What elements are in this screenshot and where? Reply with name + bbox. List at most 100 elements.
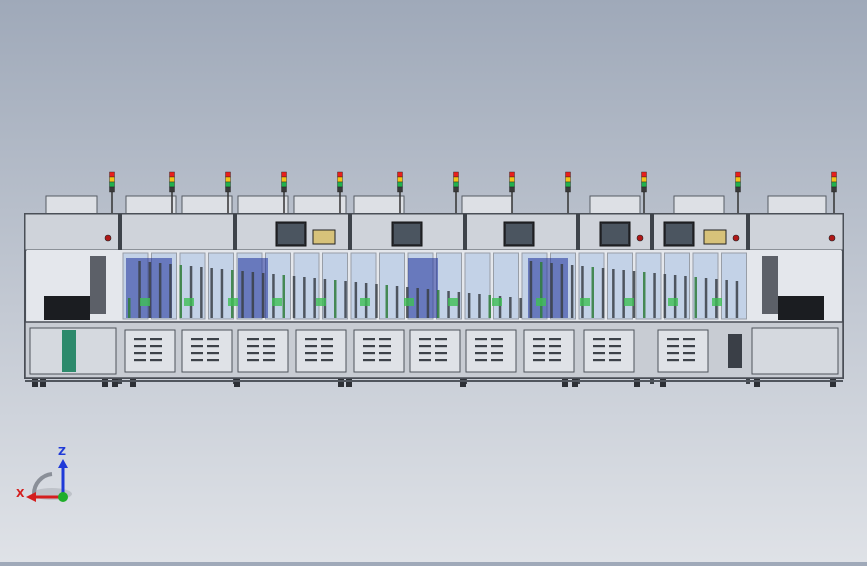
sensor-block [712, 298, 722, 306]
mechanism-part [292, 276, 296, 318]
sensor-block [228, 298, 238, 306]
vent-slot [247, 359, 259, 362]
mechanism-part [725, 280, 728, 318]
mechanism-part [735, 281, 739, 318]
signal-light [109, 176, 115, 183]
mechanism-part [673, 275, 677, 318]
vent-slot [207, 338, 219, 341]
signal-light [281, 181, 287, 188]
signal-light [735, 181, 741, 188]
signal-light [453, 171, 459, 178]
vent-slot [191, 338, 203, 341]
glass-door [721, 252, 747, 320]
mechanism-part [426, 289, 430, 318]
cabinet-door [237, 329, 289, 373]
mechanism-part [437, 290, 440, 318]
signal-light [337, 176, 343, 183]
signal-light [281, 186, 287, 193]
roof-cover [767, 195, 827, 215]
vent-slot [247, 338, 259, 341]
signal-light [565, 186, 571, 193]
mechanism-part [272, 274, 275, 318]
vent-slot [491, 345, 503, 348]
blue-actuator [408, 258, 438, 318]
mechanism-part [220, 269, 224, 318]
cabinet-door [409, 329, 461, 373]
vent-slot [321, 359, 333, 362]
mechanism-part [591, 267, 594, 318]
signal-light [109, 181, 115, 188]
vent-slot [549, 359, 561, 362]
mechanism-part [509, 297, 512, 318]
sensor-block [492, 298, 502, 306]
mechanism-part [354, 282, 358, 318]
vent-slot [305, 345, 317, 348]
vent-slot [419, 345, 431, 348]
cabinet-door [295, 329, 347, 373]
vent-slot [667, 352, 679, 355]
mechanism-part [704, 278, 708, 318]
cad-viewport[interactable]: Z X [0, 0, 867, 562]
signal-light [169, 186, 175, 193]
signal-light [565, 181, 571, 188]
mechanism-part [643, 272, 646, 318]
axis-triad: Z X [16, 445, 72, 502]
mechanism-part [251, 272, 255, 318]
mechanism-part [241, 271, 244, 318]
vent-slot [207, 345, 219, 348]
sensor-block [316, 298, 326, 306]
vent-slot [363, 345, 375, 348]
sensor-block [580, 298, 590, 306]
signal-light [509, 181, 515, 188]
right-robot [762, 256, 778, 314]
hmi-screen [278, 224, 304, 244]
signal-light [225, 181, 231, 188]
mechanism-part [200, 267, 203, 318]
vent-slot [609, 352, 621, 355]
signal-light [565, 171, 571, 178]
signal-light [169, 181, 175, 188]
vent-slot [667, 359, 679, 362]
signal-light [509, 171, 515, 178]
vent-slot [150, 352, 162, 355]
vent-slot [150, 359, 162, 362]
mechanism-part [519, 298, 522, 318]
vent-slot [683, 338, 695, 341]
vent-slot [321, 338, 333, 341]
glass-door [379, 252, 405, 320]
signal-light [281, 171, 287, 178]
sensor-block [536, 298, 546, 306]
vent-slot [247, 352, 259, 355]
signal-light [109, 171, 115, 178]
vent-slot [379, 345, 391, 348]
signal-light [831, 181, 837, 188]
left-monitor [44, 296, 90, 320]
signal-light [225, 171, 231, 178]
glass-door [607, 252, 633, 320]
vent-slot [491, 359, 503, 362]
vent-slot [419, 359, 431, 362]
mechanism-part [467, 293, 471, 318]
signal-light [641, 186, 647, 193]
vent-slot [435, 338, 447, 341]
mechanism-part [529, 261, 533, 318]
vent-slot [191, 359, 203, 362]
emergency-stop [732, 234, 740, 242]
vent-slot [207, 352, 219, 355]
mechanism-part [395, 286, 399, 318]
right-monitor [778, 296, 824, 320]
vent-slot [134, 345, 146, 348]
mechanism-part [344, 281, 347, 318]
signal-light [337, 186, 343, 193]
assembly-line-model[interactable]: Z X [0, 0, 867, 562]
signal-light [641, 176, 647, 183]
vent-slot [533, 359, 545, 362]
vent-slot [593, 338, 605, 341]
mechanism-part [375, 284, 378, 318]
x-arrow [26, 492, 36, 502]
mechanism-part [632, 271, 636, 318]
mechanism-part [261, 273, 265, 318]
roof-cover [461, 195, 513, 215]
emergency-stop [636, 234, 644, 242]
vent-slot [247, 345, 259, 348]
